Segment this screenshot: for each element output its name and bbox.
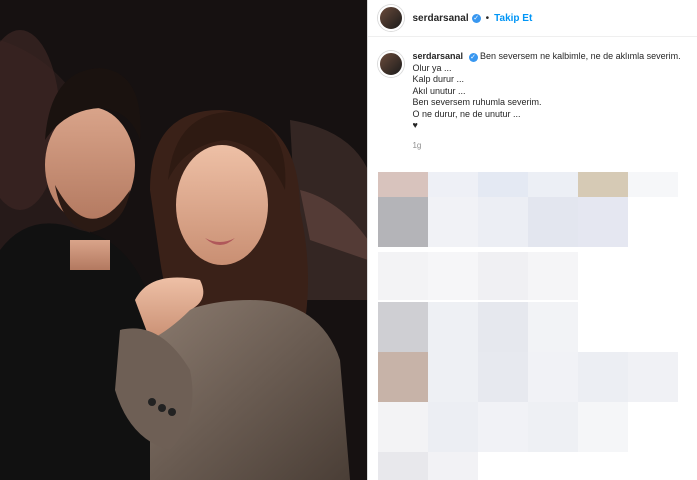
separator-dot: • — [485, 12, 490, 24]
blur-block — [528, 352, 579, 402]
caption-line: Olur ya ... — [412, 62, 452, 73]
blur-block — [578, 197, 629, 247]
blur-block — [478, 302, 529, 352]
caption-line: O ne durur, ne de unutur ... — [412, 108, 521, 119]
post-timestamp: 1g — [412, 140, 422, 150]
avatar[interactable] — [378, 5, 405, 31]
blur-block — [428, 452, 479, 480]
pixelated-comments — [378, 172, 697, 480]
couple-photo-illustration — [0, 0, 368, 480]
verified-badge-icon: ✓ — [468, 53, 478, 62]
caption-line: Ben seversem ne kalbimle, ne de aklımla … — [480, 51, 681, 61]
username-link[interactable]: serdarsanal — [412, 13, 468, 24]
blur-block — [478, 252, 529, 300]
blur-block — [628, 172, 679, 197]
blur-block — [378, 352, 429, 402]
caption: serdarsanal ✓ Ben seversem ne kalbimle, … — [368, 37, 697, 151]
blur-block — [428, 197, 479, 247]
blur-block — [428, 352, 479, 402]
post-side-panel: serdarsanal ✓ • Takip Et serdarsanal ✓ B… — [367, 0, 697, 480]
blur-block — [528, 197, 579, 247]
post-photo — [0, 0, 368, 480]
caption-username[interactable]: serdarsanal — [412, 51, 463, 61]
caption-body: serdarsanal ✓ Ben seversem ne kalbimle, … — [412, 51, 680, 151]
caption-first-line: serdarsanal ✓ Ben seversem ne kalbimle, … — [412, 51, 681, 63]
blur-block — [478, 402, 529, 452]
blur-block — [378, 452, 429, 480]
avatar[interactable] — [378, 51, 405, 77]
blur-block — [528, 172, 579, 197]
blur-block — [578, 172, 629, 197]
blur-block — [378, 172, 429, 197]
caption-line: Akıl unutur ... — [412, 85, 466, 96]
caption-line: Ben seversem ruhumla severim. — [412, 97, 542, 107]
blur-block — [528, 402, 579, 452]
blur-block — [428, 402, 479, 452]
blur-block — [478, 352, 529, 402]
blur-block — [628, 352, 679, 402]
blur-block — [428, 302, 479, 352]
blur-block — [428, 252, 479, 300]
blur-block — [378, 302, 429, 352]
heart-icon: ♥ — [412, 120, 418, 130]
blur-block — [478, 197, 529, 247]
blur-block — [378, 402, 429, 452]
verified-badge-icon: ✓ — [471, 13, 481, 23]
blur-block — [528, 302, 579, 352]
blur-block — [578, 352, 629, 402]
follow-button[interactable]: Takip Et — [494, 13, 532, 24]
blur-block — [478, 172, 529, 197]
caption-line: Kalp durur ... — [412, 74, 464, 84]
blur-block — [378, 252, 429, 300]
blur-block — [378, 197, 429, 247]
blur-block — [578, 402, 629, 452]
instagram-post-view: serdarsanal ✓ • Takip Et serdarsanal ✓ B… — [0, 0, 697, 480]
post-header: serdarsanal ✓ • Takip Et — [368, 0, 697, 37]
blur-block — [428, 172, 479, 197]
blur-block — [528, 252, 579, 300]
